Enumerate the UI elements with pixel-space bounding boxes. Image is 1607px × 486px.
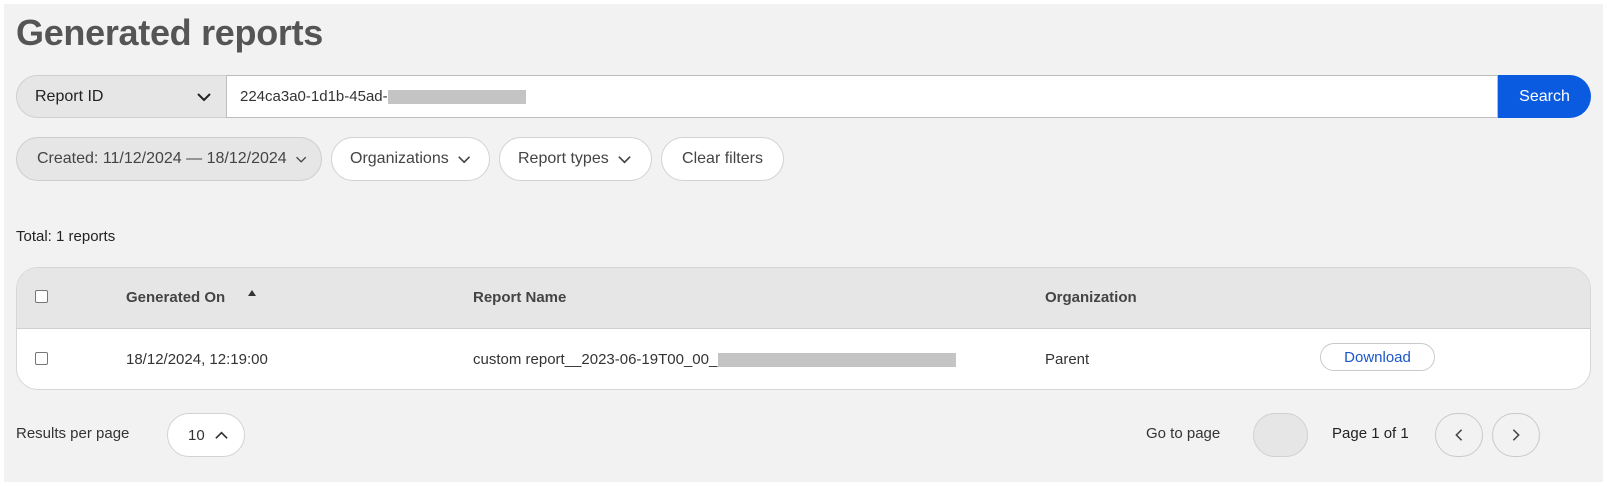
results-per-page-select[interactable]: 10 (167, 413, 245, 457)
page-info: Page 1 of 1 (1332, 425, 1409, 442)
search-button[interactable]: Search (1498, 75, 1591, 118)
row-generated-on: 18/12/2024, 12:19:00 (126, 351, 268, 368)
chevron-up-icon (214, 430, 228, 439)
reports-table: Generated On Report Name Organization 18… (16, 267, 1591, 390)
column-header-generated-on[interactable]: Generated On (126, 289, 225, 306)
created-date-filter[interactable]: Created: 11/12/2024 — 18/12/2024 (16, 137, 322, 181)
chevron-down-icon (617, 155, 631, 164)
column-header-report-name: Report Name (473, 289, 567, 306)
search-input[interactable]: 224ca3a0-1d1b-45ad- (226, 75, 1498, 118)
row-report-name: custom report__2023-06-19T00_00_ (473, 351, 957, 368)
row-checkbox[interactable] (35, 352, 48, 365)
results-per-page-label: Results per page (16, 425, 130, 442)
chevron-down-icon (197, 93, 211, 102)
chevron-down-icon (295, 156, 306, 163)
download-button[interactable]: Download (1320, 343, 1435, 371)
row-organization: Parent (1045, 351, 1090, 368)
redacted-text (718, 353, 957, 368)
column-header-organization: Organization (1045, 289, 1137, 306)
report-types-filter-label: Report types (518, 150, 609, 167)
reports-page: Generated reports Report ID 224ca3a0-1d1… (4, 4, 1603, 482)
chevron-right-icon (1512, 429, 1520, 441)
organizations-filter-label: Organizations (350, 150, 449, 167)
previous-page-button[interactable] (1435, 413, 1483, 457)
created-date-filter-label: Created: 11/12/2024 — 18/12/2024 (37, 150, 287, 167)
redacted-text (387, 89, 526, 104)
clear-filters-label: Clear filters (682, 150, 763, 167)
search-input-value: 224ca3a0-1d1b-45ad- (240, 88, 388, 105)
page-title: Generated reports (16, 12, 323, 53)
search-field-select[interactable]: Report ID (16, 75, 226, 118)
search-field-label: Report ID (35, 87, 104, 105)
total-count: Total: 1 reports (16, 228, 116, 245)
organizations-filter[interactable]: Organizations (331, 137, 490, 181)
table-header (17, 268, 1590, 329)
filter-bar: Created: 11/12/2024 — 18/12/2024 Organiz… (16, 137, 784, 181)
go-to-page-input[interactable] (1253, 413, 1308, 457)
chevron-down-icon (457, 155, 470, 163)
search-bar: Report ID 224ca3a0-1d1b-45ad- Search (16, 75, 1591, 118)
clear-filters-button[interactable]: Clear filters (661, 137, 784, 181)
select-all-checkbox[interactable] (35, 290, 48, 303)
sort-ascending-icon[interactable] (247, 289, 257, 297)
results-per-page-value: 10 (188, 426, 205, 444)
chevron-left-icon (1455, 429, 1463, 441)
report-types-filter[interactable]: Report types (499, 137, 652, 181)
go-to-page-label: Go to page (1146, 425, 1221, 442)
next-page-button[interactable] (1492, 413, 1540, 457)
row-report-name-text: custom report__2023-06-19T00_00_ (473, 351, 718, 368)
